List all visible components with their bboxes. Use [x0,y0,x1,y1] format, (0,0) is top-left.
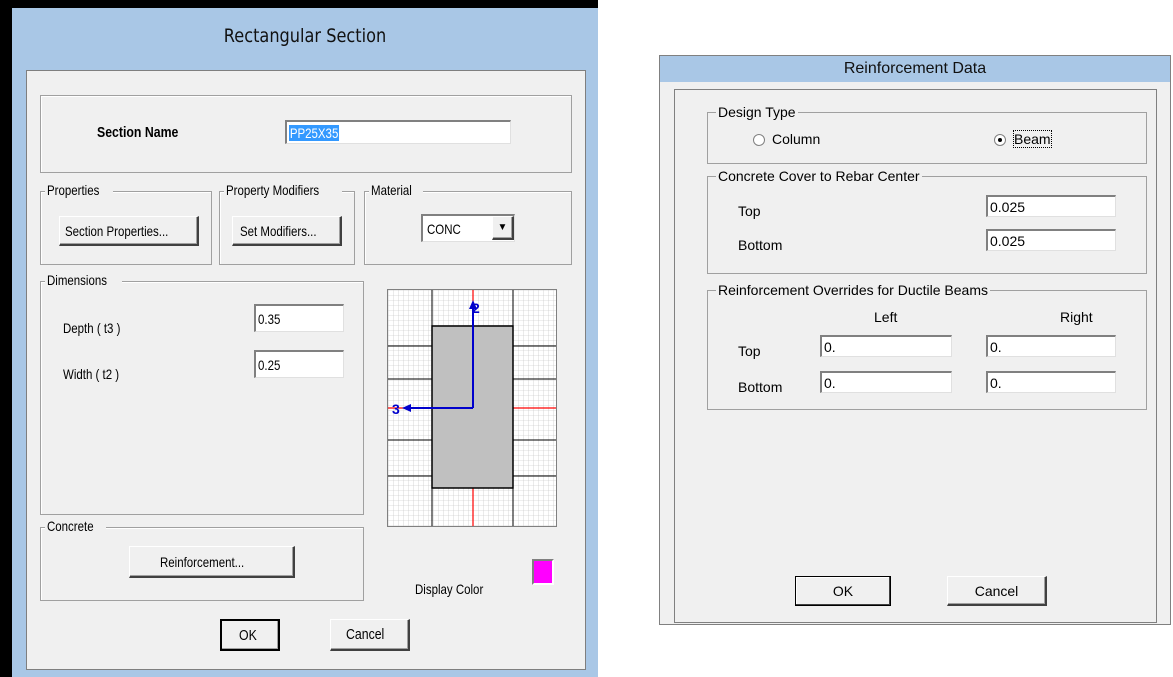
override-top-label: Top [738,343,761,359]
reinforcement-button[interactable]: Reinforcement... [129,546,295,578]
set-modifiers-button[interactable]: Set Modifiers... [232,216,342,246]
material-selected-value: CONC [427,220,461,237]
section-name-input[interactable]: PP25X35 [285,120,511,144]
cover-top-label: Top [738,203,761,219]
overrides-group-label: Reinforcement Overrides for Ductile Beam… [716,282,990,298]
material-select[interactable]: CONC ▼ [421,214,515,242]
column-radio[interactable] [753,134,765,146]
properties-group: Properties Section Properties... [40,182,212,265]
chevron-down-icon[interactable]: ▼ [492,216,514,240]
concrete-group: Concrete Reinforcement... [40,518,364,601]
concrete-cover-group-label: Concrete Cover to Rebar Center [716,168,922,184]
override-bottom-label: Bottom [738,379,783,395]
dialog-client-area: Design Type Column Beam Concrete Cover t… [674,89,1157,623]
dialog-title: Reinforcement Data [660,56,1170,82]
section-preview: 2 3 [387,289,557,527]
depth-input[interactable]: 0.35 [254,304,344,332]
rectangular-section-dialog: Rectangular Section Section Name PP25X35… [12,8,598,677]
beam-radio-label[interactable]: Beam [1013,130,1052,148]
concrete-group-label: Concrete [47,518,94,534]
concrete-cover-group: Concrete Cover to Rebar Center Top 0.025… [707,168,1147,274]
material-group-label: Material [371,182,412,198]
reinforcement-data-dialog: Reinforcement Data Design Type Column Be… [659,55,1171,625]
cancel-button[interactable]: Cancel [947,576,1047,606]
cover-bottom-label: Bottom [738,237,783,253]
property-modifiers-group: Property Modifiers Set Modifiers... [219,182,355,265]
section-name-group: Section Name PP25X35 [40,95,572,173]
dialog-client-area: Section Name PP25X35 Properties Section … [26,70,586,670]
property-modifiers-group-label: Property Modifiers [226,182,320,198]
ok-button[interactable]: OK [795,576,891,606]
display-color-swatch[interactable] [532,559,554,585]
app-background [0,0,12,677]
depth-label: Depth ( t3 ) [63,320,121,336]
width-input[interactable]: 0.25 [254,350,344,378]
section-name-label: Section Name [97,124,179,141]
top-left-input[interactable]: 0. [820,335,952,357]
material-group: Material CONC ▼ [364,182,572,265]
bottom-left-input[interactable]: 0. [820,371,952,393]
design-type-group-label: Design Type [716,104,798,120]
left-column-header: Left [874,309,898,325]
top-right-input[interactable]: 0. [986,335,1116,357]
section-name-value: PP25X35 [289,124,340,141]
cover-top-input[interactable]: 0.025 [986,195,1116,217]
dialog-title: Rectangular Section [223,25,387,47]
design-type-group: Design Type Column Beam [707,104,1147,164]
beam-radio[interactable] [994,134,1006,146]
bottom-right-input[interactable]: 0. [986,371,1116,393]
display-color-label: Display Color [415,581,484,597]
app-background-top [0,0,598,8]
width-label: Width ( t2 ) [63,366,120,382]
ok-button[interactable]: OK [220,619,280,651]
overrides-group: Reinforcement Overrides for Ductile Beam… [707,282,1147,410]
dimensions-group: Dimensions Depth ( t3 ) 0.35 Width ( t2 … [40,272,364,515]
dimensions-group-label: Dimensions [47,272,107,288]
section-preview-graphic: 2 3 [388,290,556,526]
axis-3-label: 3 [392,401,400,417]
cancel-button[interactable]: Cancel [330,619,410,651]
cover-bottom-input[interactable]: 0.025 [986,229,1116,251]
section-properties-button[interactable]: Section Properties... [59,216,199,246]
properties-group-label: Properties [47,182,100,198]
column-radio-label[interactable]: Column [772,131,820,147]
axis-2-label: 2 [472,300,480,316]
right-column-header: Right [1060,309,1093,325]
